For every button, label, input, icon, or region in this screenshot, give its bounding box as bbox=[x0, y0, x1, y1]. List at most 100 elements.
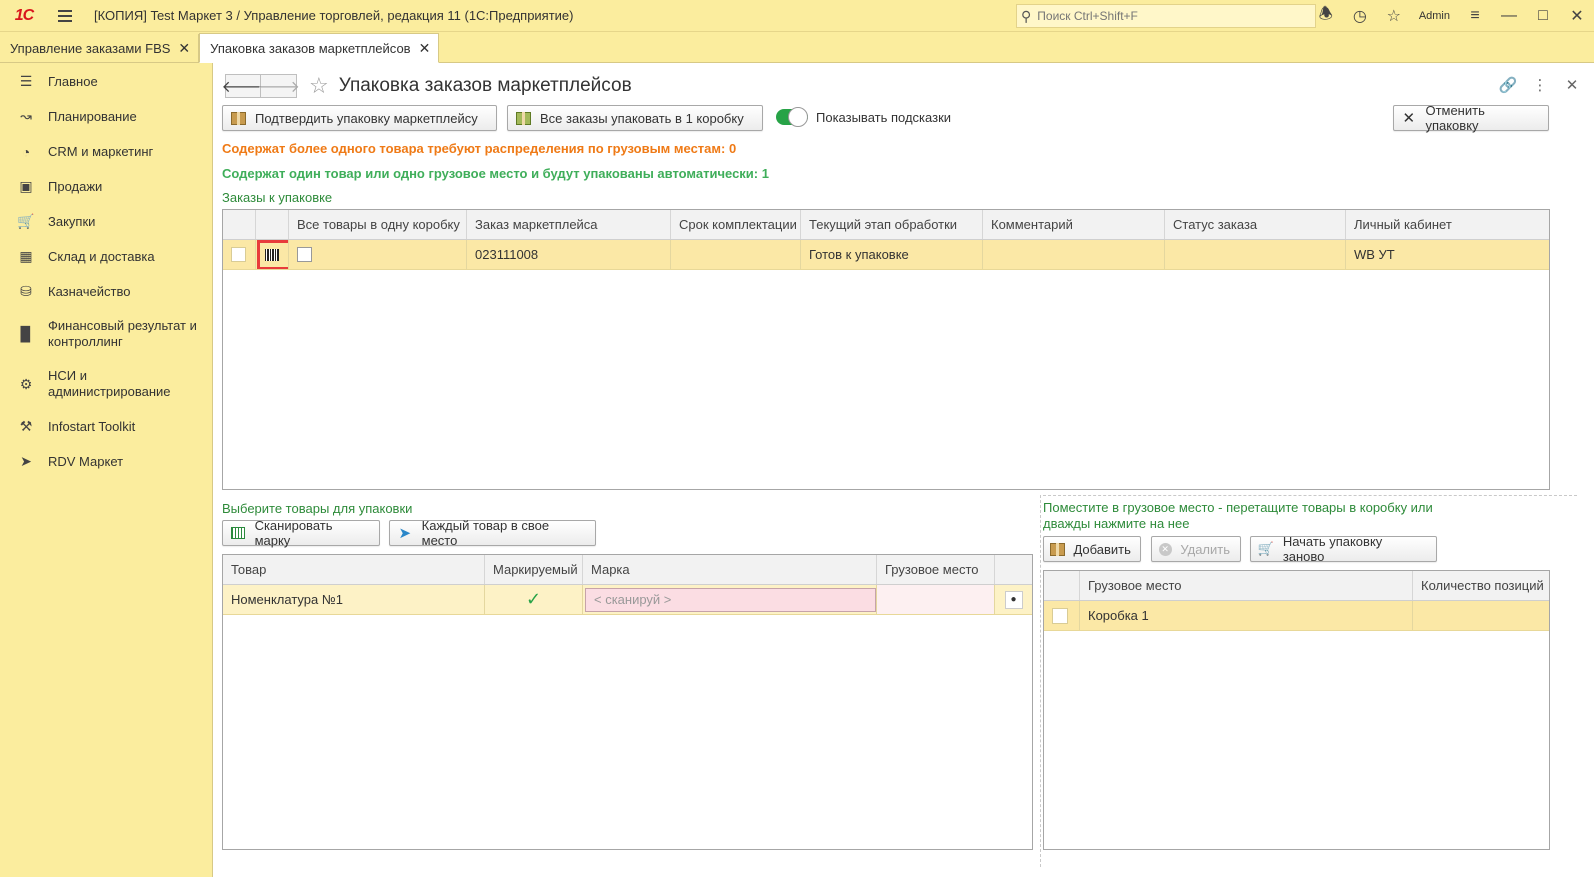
settings-lines-icon[interactable]: ≡ bbox=[1458, 0, 1492, 32]
each-item-own-place-button[interactable]: ➤ Каждый товар в свое место bbox=[389, 518, 596, 548]
row-marker[interactable] bbox=[1052, 607, 1068, 624]
goods-table-header: Товар Маркируемый Марка Грузовое место bbox=[223, 555, 1032, 585]
planning-chart-icon: ↝ bbox=[20, 108, 32, 124]
search-input[interactable] bbox=[1035, 8, 1306, 24]
global-search[interactable]: ⚲ bbox=[1016, 4, 1316, 28]
sections-sidebar: ☰ Главное ↝ Планирование ◔ CRM и маркети… bbox=[0, 64, 212, 877]
back-button[interactable]: 🡐 bbox=[222, 74, 264, 98]
col-order-status[interactable]: Статус заказа bbox=[1165, 210, 1346, 239]
page-title: Упаковка заказов маркетплейсов bbox=[338, 75, 632, 96]
restart-packing-button[interactable]: 🛒 Начать упаковку заново bbox=[1250, 534, 1437, 564]
confirm-packing-button[interactable]: Подтвердить упаковку маркетплейсу bbox=[222, 105, 497, 131]
goods-section-label: Выберите товары для упаковки bbox=[222, 501, 413, 516]
single-item-orders-info: Содержат один товар или одно грузовое ме… bbox=[222, 166, 769, 181]
bar-chart-icon: ▉ bbox=[20, 325, 32, 342]
col-picking-deadline[interactable]: Срок комплектации bbox=[671, 210, 801, 239]
history-icon[interactable]: ◷ bbox=[1343, 0, 1377, 32]
col-all-in-one-box[interactable]: Все товары в одну коробку bbox=[289, 210, 467, 239]
sidebar-item-financial-result[interactable]: ▉ Финансовый результат и контроллинг bbox=[0, 309, 212, 359]
goods-table: Товар Маркируемый Марка Грузовое место Н… bbox=[222, 554, 1033, 850]
packing-form: 🡐 🡒 ☆ Упаковка заказов маркетплейсов 🔗 ⋮… bbox=[212, 63, 1594, 877]
order-number: 023111008 bbox=[467, 240, 671, 269]
col-marked[interactable]: Маркируемый bbox=[485, 555, 583, 584]
places-table: Грузовое место Количество позиций Коробк… bbox=[1043, 570, 1550, 850]
scan-mark-button[interactable]: Сканировать марку bbox=[222, 518, 380, 548]
sidebar-item-warehouse[interactable]: ▦ Склад и доставка bbox=[0, 239, 212, 274]
main-menu-icon[interactable] bbox=[52, 0, 78, 32]
arrow-right-icon: 🡒 bbox=[257, 78, 300, 96]
cargo-place-cell[interactable] bbox=[877, 585, 995, 614]
close-icon[interactable]: ✕ bbox=[419, 40, 431, 57]
close-window-icon[interactable]: ✕ bbox=[1560, 0, 1594, 32]
sidebar-item-treasury[interactable]: ⛁ Казначейство bbox=[0, 274, 212, 309]
multi-item-orders-info: Содержат более одного товара требуют рас… bbox=[222, 141, 737, 156]
scan-icon bbox=[229, 525, 247, 541]
add-place-button[interactable]: + Добавить bbox=[1043, 536, 1141, 562]
all-in-one-box-checkbox[interactable] bbox=[297, 247, 312, 262]
sidebar-item-sales[interactable]: ▣ Продажи bbox=[0, 169, 212, 204]
sidebar-item-purchases[interactable]: 🛒 Закупки bbox=[0, 204, 212, 239]
close-x-icon: ✕ bbox=[1402, 110, 1416, 127]
row-marker[interactable] bbox=[231, 247, 246, 262]
table-row[interactable]: 023111008 Готов к упаковке WB УТ bbox=[223, 240, 1549, 270]
cart-icon: 🛒 bbox=[1257, 541, 1274, 556]
rocket-icon: ➤ bbox=[20, 453, 32, 469]
item-name: Номенклатура №1 bbox=[223, 585, 485, 614]
delete-place-button[interactable]: ✕ Удалить bbox=[1151, 536, 1241, 562]
more-vertical-icon[interactable]: ⋮ bbox=[1526, 73, 1554, 97]
sidebar-item-administration[interactable]: ⚙ НСИ и администрирование bbox=[0, 359, 212, 409]
order-comment bbox=[983, 240, 1165, 269]
col-positions-count[interactable]: Количество позиций bbox=[1413, 571, 1549, 600]
gear-icon: ⚙ bbox=[19, 375, 33, 392]
sidebar-item-rdv-market[interactable]: ➤ RDV Маркет bbox=[0, 444, 212, 479]
col-comment[interactable]: Комментарий bbox=[983, 210, 1165, 239]
cancel-packing-button[interactable]: ✕ Отменить упаковку bbox=[1393, 103, 1549, 133]
mark-scan-field[interactable]: < сканируй > bbox=[585, 587, 876, 612]
tools-icon: ⚒ bbox=[19, 418, 33, 434]
favorites-star-icon[interactable]: ☆ bbox=[1377, 0, 1411, 32]
select-dot-icon[interactable]: ● bbox=[1004, 590, 1023, 609]
toggle-switch[interactable] bbox=[776, 107, 808, 127]
personal-cabinet: WB УТ bbox=[1354, 247, 1395, 262]
pie-chart-icon: ◔ bbox=[21, 143, 31, 160]
show-hints-toggle[interactable]: Показывать подсказки bbox=[776, 107, 951, 127]
table-row[interactable]: Номенклатура №1 ✓ < сканируй > ● bbox=[223, 585, 1032, 615]
col-marketplace-order[interactable]: Заказ маркетплейса bbox=[467, 210, 671, 239]
sidebar-item-infostart-toolkit[interactable]: ⚒ Infostart Toolkit bbox=[0, 409, 212, 444]
favorite-star-icon[interactable]: ☆ bbox=[309, 73, 329, 99]
delete-icon: ✕ bbox=[1158, 541, 1172, 557]
orders-table: Все товары в одну коробку Заказ маркетпл… bbox=[222, 209, 1550, 490]
places-table-header: Грузовое место Количество позиций bbox=[1044, 571, 1549, 601]
col-current-stage[interactable]: Текущий этап обработки bbox=[801, 210, 983, 239]
col-cargo-place[interactable]: Грузовое место bbox=[877, 555, 995, 584]
minimize-icon[interactable]: — bbox=[1492, 0, 1526, 32]
forward-button[interactable]: 🡒 bbox=[257, 74, 300, 98]
col-personal-cabinet[interactable]: Личный кабинет bbox=[1346, 210, 1549, 239]
sidebar-item-planning[interactable]: ↝ Планирование bbox=[0, 99, 212, 134]
panel-divider-top bbox=[1043, 495, 1577, 496]
menu-lines-icon: ☰ bbox=[19, 73, 33, 89]
bell-icon[interactable]: 🕭 bbox=[1309, 0, 1343, 32]
tab-marketplace-packing[interactable]: Упаковка заказов маркетплейсов ✕ bbox=[199, 33, 440, 63]
highlight-frame bbox=[257, 240, 288, 269]
pack-all-one-box-button[interactable]: Все заказы упаковать в 1 коробку bbox=[507, 105, 763, 131]
tab-fbs-orders[interactable]: Управление заказами FBS ✕ bbox=[0, 34, 200, 62]
maximize-icon[interactable]: □ bbox=[1526, 0, 1560, 32]
sidebar-item-crm[interactable]: ◔ CRM и маркетинг bbox=[0, 134, 212, 169]
form-header: 🡐 🡒 ☆ Упаковка заказов маркетплейсов bbox=[222, 71, 632, 101]
link-icon[interactable]: 🔗 bbox=[1494, 73, 1522, 97]
arrow-right-blue-icon: ➤ bbox=[398, 525, 412, 542]
close-form-icon[interactable]: ✕ bbox=[1558, 73, 1586, 97]
current-user[interactable]: Admin bbox=[1411, 10, 1458, 22]
search-icon: ⚲ bbox=[1021, 7, 1032, 24]
box-green-icon bbox=[514, 110, 532, 126]
col-cargo-place[interactable]: Грузовое место bbox=[1080, 571, 1413, 600]
close-icon[interactable]: ✕ bbox=[178, 40, 190, 57]
table-row[interactable]: Коробка 1 bbox=[1044, 601, 1549, 631]
barcode-cell[interactable] bbox=[256, 240, 289, 269]
col-item[interactable]: Товар bbox=[223, 555, 485, 584]
places-section-label: Поместите в грузовое место - перетащите … bbox=[1043, 500, 1433, 531]
sidebar-item-main[interactable]: ☰ Главное bbox=[0, 64, 212, 99]
order-status bbox=[1165, 240, 1346, 269]
col-mark[interactable]: Марка bbox=[583, 555, 877, 584]
